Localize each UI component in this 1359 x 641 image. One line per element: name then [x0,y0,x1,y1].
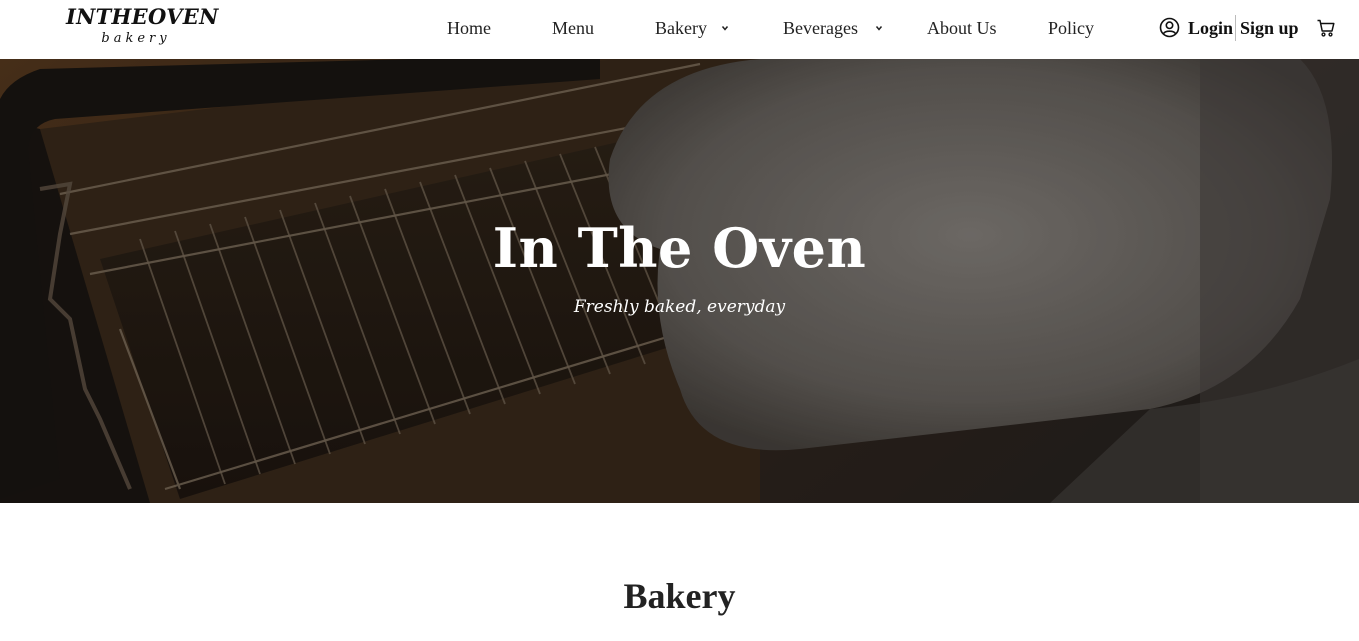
hero-subtitle: Freshly baked, everyday [573,297,786,317]
hero-title: In The Oven [492,216,867,280]
auth-divider [1235,15,1236,41]
nav-item-menu[interactable]: Menu [552,17,594,39]
logo-main-text: INTHEOVEN [66,4,219,29]
cart-icon[interactable] [1316,18,1336,38]
user-circle-icon[interactable] [1159,17,1180,38]
chevron-down-icon[interactable] [720,23,730,33]
chevron-down-icon[interactable] [874,23,884,33]
nav-item-policy[interactable]: Policy [1048,17,1094,39]
site-header: INTHEOVEN bakery Home Menu Bakery Bevera… [0,0,1359,59]
nav-item-bakery[interactable]: Bakery [655,17,707,39]
signup-link[interactable]: Sign up [1240,17,1299,39]
login-link[interactable]: Login [1188,17,1233,39]
hero-banner: In The Oven Freshly baked, everyday [0,59,1359,503]
nav-item-home[interactable]: Home [447,17,491,39]
nav-item-about-us[interactable]: About Us [927,17,997,39]
logo-sub-text: bakery [101,31,171,46]
nav-item-beverages[interactable]: Beverages [783,17,858,39]
section-title-bakery: Bakery [623,576,736,616]
site-logo[interactable]: INTHEOVEN bakery [66,4,219,48]
